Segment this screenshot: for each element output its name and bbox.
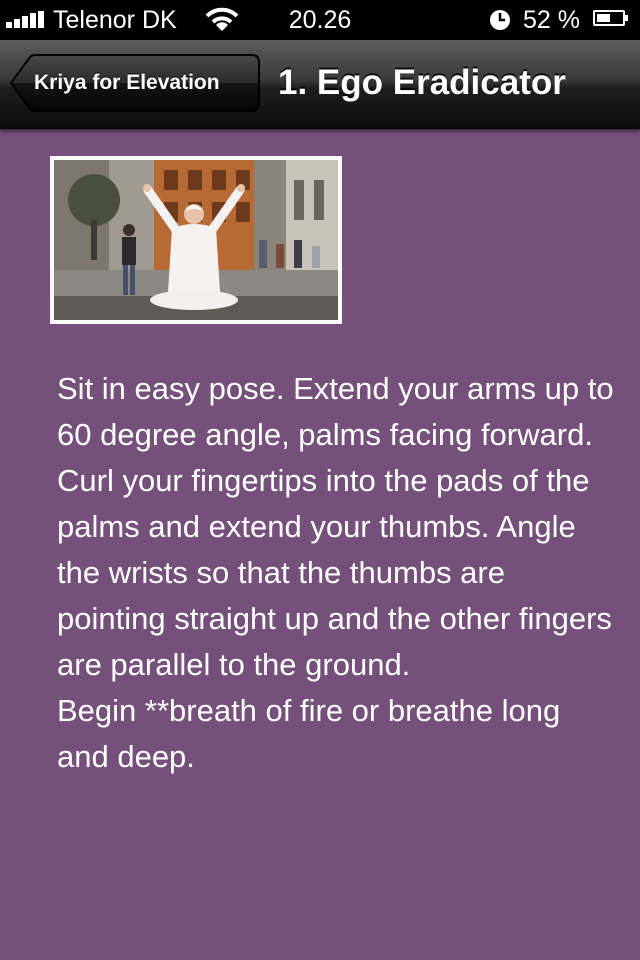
navigation-bar: Kriya for Elevation 1. Ego Eradicator <box>0 40 640 129</box>
page-title: 1. Ego Eradicator <box>278 63 566 102</box>
battery-percent: 52 % <box>523 6 580 34</box>
clock-icon <box>490 10 510 30</box>
pose-illustration <box>54 160 338 320</box>
back-button[interactable]: Kriya for Elevation <box>10 54 260 112</box>
back-button-label: Kriya for Elevation <box>34 71 220 94</box>
battery-icon <box>593 10 628 26</box>
status-bar: Telenor DK 20.26 52 % <box>0 0 640 40</box>
pose-photo <box>50 156 342 324</box>
instructions-text: Sit in easy pose. Extend your arms up to… <box>57 371 614 774</box>
